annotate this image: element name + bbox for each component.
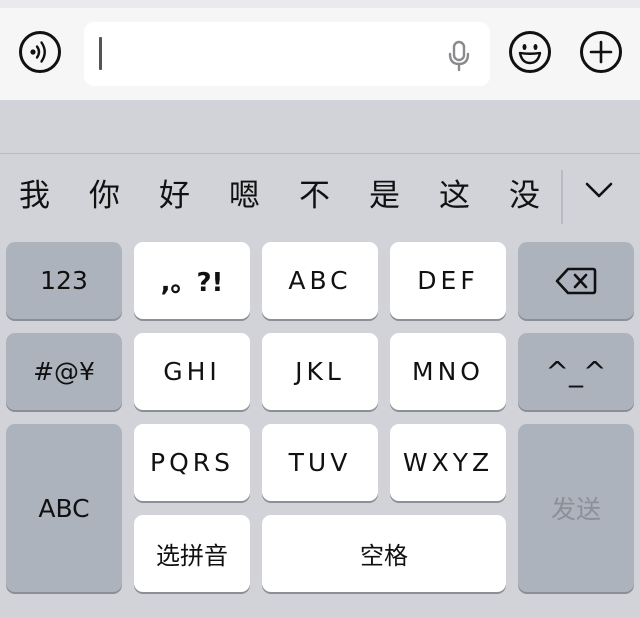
text-caret	[99, 37, 102, 70]
microphone-icon[interactable]	[446, 40, 472, 72]
candidate-divider	[561, 170, 563, 224]
candidate-word[interactable]: 嗯	[229, 174, 260, 218]
key-label: ,。?!	[160, 268, 224, 298]
abc-mode-key[interactable]: ABC	[6, 424, 122, 592]
delete-key[interactable]	[518, 242, 634, 319]
key-label: WXYZ	[402, 448, 494, 477]
smiley-icon	[518, 44, 542, 65]
backspace-icon	[555, 267, 597, 294]
key-ghi[interactable]: GHI	[134, 333, 250, 410]
key-label: 选拼音	[156, 542, 228, 570]
input-bar	[0, 8, 640, 100]
key-pqrs[interactable]: PQRS	[134, 424, 250, 501]
key-mno[interactable]: MNO	[390, 333, 506, 410]
key-label: ^_^	[545, 355, 607, 388]
numeric-mode-key[interactable]: 123	[6, 242, 122, 319]
punctuation-key[interactable]: ,。?!	[134, 242, 250, 319]
key-def[interactable]: DEF	[390, 242, 506, 319]
candidate-bar: 我 你 好 嗯 不 是 这 没	[0, 154, 640, 238]
candidate-word[interactable]: 这	[439, 174, 470, 218]
key-label: ABC	[38, 493, 90, 523]
key-label: 123	[40, 266, 88, 295]
key-label: GHI	[163, 357, 221, 386]
key-wxyz[interactable]: WXYZ	[390, 424, 506, 501]
select-pinyin-key[interactable]: 选拼音	[134, 515, 250, 592]
key-label: TUV	[288, 448, 352, 477]
candidate-word[interactable]: 是	[369, 174, 400, 218]
key-abc[interactable]: ABC	[262, 242, 378, 319]
add-button[interactable]	[580, 31, 622, 73]
candidate-word[interactable]: 没	[509, 174, 540, 218]
emoji-button[interactable]	[509, 31, 551, 73]
key-label: ABC	[288, 266, 352, 295]
key-label: MNO	[412, 357, 484, 386]
candidate-word[interactable]: 我	[19, 174, 50, 218]
key-label: 发送	[550, 495, 601, 524]
key-jkl[interactable]: JKL	[262, 333, 378, 410]
candidate-word[interactable]: 好	[159, 174, 190, 218]
candidate-word[interactable]: 你	[89, 174, 120, 218]
emoticon-key[interactable]: ^_^	[518, 333, 634, 410]
key-label: 空格	[360, 542, 408, 570]
key-label: JKL	[295, 357, 345, 386]
key-tuv[interactable]: TUV	[262, 424, 378, 501]
key-label: DEF	[417, 266, 479, 295]
send-key[interactable]: 发送	[518, 424, 634, 592]
top-strip	[0, 0, 640, 8]
voice-button[interactable]	[19, 31, 61, 73]
chevron-down-icon[interactable]	[582, 180, 616, 200]
space-key[interactable]: 空格	[262, 515, 506, 592]
key-label: PQRS	[150, 448, 234, 477]
candidate-word[interactable]: 不	[299, 174, 330, 218]
plus-icon	[589, 40, 613, 64]
message-input[interactable]	[84, 22, 490, 86]
key-label: #@¥	[33, 357, 95, 386]
voice-icon	[30, 41, 46, 63]
symbols-key[interactable]: #@¥	[6, 333, 122, 410]
